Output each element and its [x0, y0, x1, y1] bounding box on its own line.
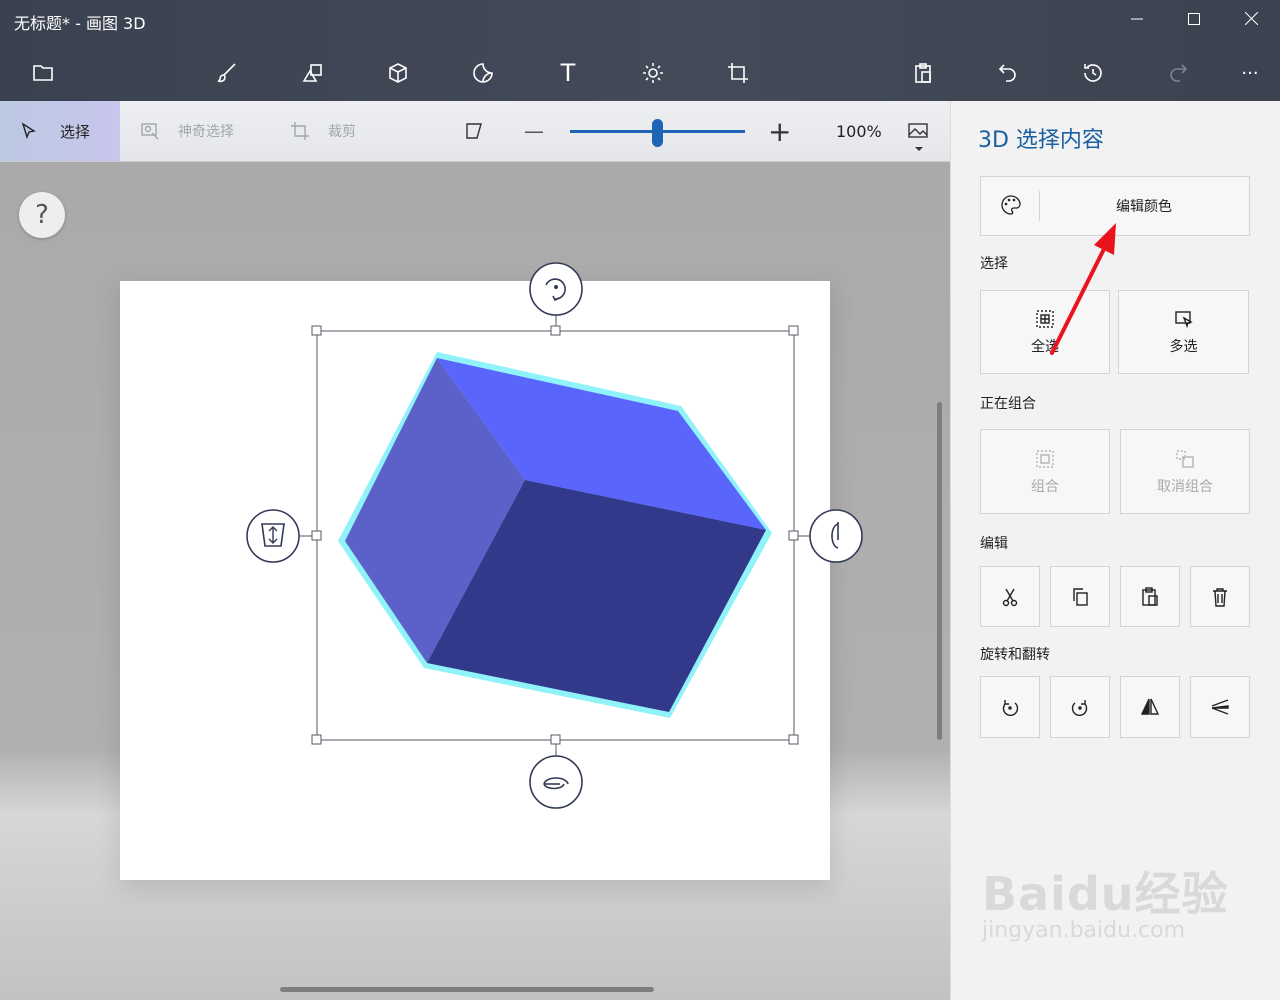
multi-select-button[interactable]: 多选 — [1118, 290, 1249, 374]
redo-icon — [1170, 64, 1188, 82]
resize-handle-top-left[interactable] — [311, 325, 322, 336]
paste-icon — [1142, 586, 1158, 606]
maximize-button[interactable] — [1179, 6, 1209, 34]
edit-color-label: 编辑颜色 — [1116, 199, 1172, 215]
resize-handle-left[interactable] — [311, 530, 322, 541]
resize-handle-top[interactable] — [550, 325, 561, 336]
flip-horizontal-icon — [1140, 698, 1160, 715]
rotate-right-icon — [1071, 700, 1088, 717]
more-icon: ··· — [1241, 62, 1259, 84]
resize-handle-bottom[interactable] — [550, 734, 561, 745]
rotate-z-handle[interactable] — [529, 262, 583, 316]
history-icon — [1084, 64, 1102, 82]
rotate-left-icon — [1002, 700, 1019, 717]
select-section-label: 选择 — [980, 256, 1008, 272]
depth-handle[interactable] — [246, 509, 300, 563]
3d-object-scene — [246, 262, 863, 809]
minimize-icon — [1131, 18, 1143, 20]
watermark: Baidu经验 jingyan.baidu.com — [982, 858, 1229, 943]
copy-icon — [1073, 587, 1088, 606]
multi-select-label: 多选 — [1169, 339, 1198, 355]
flip-vertical-icon — [1211, 699, 1229, 715]
annotation-arrow — [1050, 223, 1116, 355]
resize-handle-bottom-left[interactable] — [311, 734, 322, 745]
ungroup-icon — [1176, 449, 1194, 468]
more-button[interactable]: ··· — [1235, 58, 1265, 88]
cut-button[interactable] — [980, 566, 1040, 627]
flip-horizontal-button[interactable] — [1120, 676, 1180, 738]
delete-button[interactable] — [1190, 566, 1250, 627]
watermark-brand: Baidu经验 — [982, 867, 1229, 921]
ungroup-label: 取消组合 — [1157, 478, 1213, 495]
group-label: 组合 — [1031, 478, 1059, 495]
group-button[interactable]: 组合 — [980, 429, 1110, 514]
minimize-button[interactable] — [1122, 6, 1152, 34]
history-button[interactable] — [1078, 58, 1108, 88]
redo-button[interactable] — [1163, 58, 1193, 88]
edit-section-label: 编辑 — [980, 536, 1008, 552]
flip-vertical-button[interactable] — [1190, 676, 1250, 738]
paste-object-button[interactable] — [1120, 566, 1180, 627]
rotate-left-button[interactable] — [980, 676, 1040, 738]
rotate-section-label: 旋转和翻转 — [980, 647, 1050, 663]
resize-handle-bottom-right[interactable] — [788, 734, 799, 745]
copy-button[interactable] — [1050, 566, 1110, 627]
palette-icon — [1001, 195, 1021, 215]
trash-icon — [1213, 587, 1227, 607]
3d-cube[interactable] — [338, 352, 772, 718]
panel-title: 3D 选择内容 — [978, 128, 1104, 153]
group-section-label: 正在组合 — [980, 396, 1036, 412]
resize-handle-top-right[interactable] — [788, 325, 799, 336]
multi-select-icon — [1174, 311, 1193, 329]
rotate-x-handle[interactable] — [529, 755, 583, 809]
maximize-icon — [1188, 13, 1200, 25]
undo-icon — [998, 64, 1016, 82]
undo-button[interactable] — [993, 58, 1023, 88]
close-icon — [1244, 11, 1258, 26]
resize-handle-right[interactable] — [788, 530, 799, 541]
close-button[interactable] — [1236, 6, 1266, 34]
rotate-right-button[interactable] — [1050, 676, 1110, 738]
group-icon — [1036, 449, 1054, 468]
rotate-y-handle[interactable] — [809, 509, 863, 563]
ungroup-button[interactable]: 取消组合 — [1120, 429, 1250, 514]
scissors-icon — [1002, 588, 1018, 606]
